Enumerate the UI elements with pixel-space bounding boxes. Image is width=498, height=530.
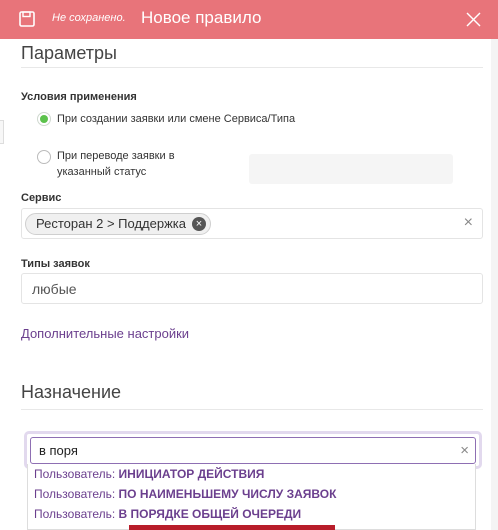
dialog-header: Не сохранено. Новое правило (0, 0, 498, 39)
option-value: ИНИЦИАТОР ДЕЙСТВИЯ (118, 467, 265, 481)
radio-label-create: При создании заявки или смене Сервиса/Ти… (57, 113, 296, 125)
option-prefix: Пользователь: (34, 487, 119, 501)
dropdown-option[interactable]: Пользователь: ИНИЦИАТОР ДЕЙСТВИЯ (34, 467, 264, 481)
left-edge-tab (0, 120, 4, 144)
option-highlight (129, 525, 335, 530)
conditions-label: Условия применения (21, 91, 137, 103)
types-label: Типы заявок (21, 258, 90, 270)
radio-on-transition[interactable] (37, 150, 51, 164)
radio-on-create[interactable] (37, 112, 51, 126)
types-field[interactable]: любые (21, 273, 483, 304)
radio-label-transition-line2: указанный статус (57, 166, 147, 178)
search-text: в поря (39, 443, 78, 458)
dialog-title: Новое правило (141, 8, 262, 27)
dropdown-option[interactable]: Пользователь: В ПОРЯДКЕ ОБЩЕЙ ОЧЕРЕДИ (34, 507, 301, 521)
clear-icon[interactable]: × (460, 442, 469, 459)
section-divider (21, 67, 483, 68)
radio-label-transition-line1: При переводе заявки в (57, 150, 175, 162)
dropdown-option[interactable]: Пользователь: ПО НАИМЕНЬШЕМУ ЧИСЛУ ЗАЯВО… (34, 487, 336, 501)
section-divider (21, 409, 483, 410)
parameters-title: Параметры (21, 43, 117, 63)
status-select[interactable] (249, 154, 453, 184)
unsaved-status: Не сохранено. (52, 12, 126, 24)
advanced-settings-link[interactable]: Дополнительные настройки (21, 326, 189, 341)
save-icon[interactable] (19, 11, 35, 27)
service-label: Сервис (21, 192, 62, 204)
option-prefix: Пользователь: (34, 467, 119, 481)
scrollbar[interactable] (491, 39, 498, 530)
assignee-search-input[interactable]: в поря × (30, 437, 476, 464)
clear-icon[interactable]: × (464, 215, 473, 231)
close-icon[interactable] (466, 12, 481, 27)
types-value: любые (32, 281, 77, 297)
service-field[interactable]: Ресторан 2 > Поддержка × × (21, 208, 483, 239)
option-prefix: Пользователь: (34, 507, 119, 521)
service-chip: Ресторан 2 > Поддержка × (25, 213, 211, 235)
assignee-dropdown: Пользователь: ИНИЦИАТОР ДЕЙСТВИЯ Пользов… (27, 464, 476, 530)
option-value: В ПОРЯДКЕ ОБЩЕЙ ОЧЕРЕДИ (118, 507, 302, 521)
chip-remove-icon[interactable]: × (191, 217, 206, 231)
service-chip-label: Ресторан 2 > Поддержка (36, 216, 186, 231)
option-value: ПО НАИМЕНЬШЕМУ ЧИСЛУ ЗАЯВОК (118, 487, 337, 501)
assignment-title: Назначение (21, 382, 122, 402)
